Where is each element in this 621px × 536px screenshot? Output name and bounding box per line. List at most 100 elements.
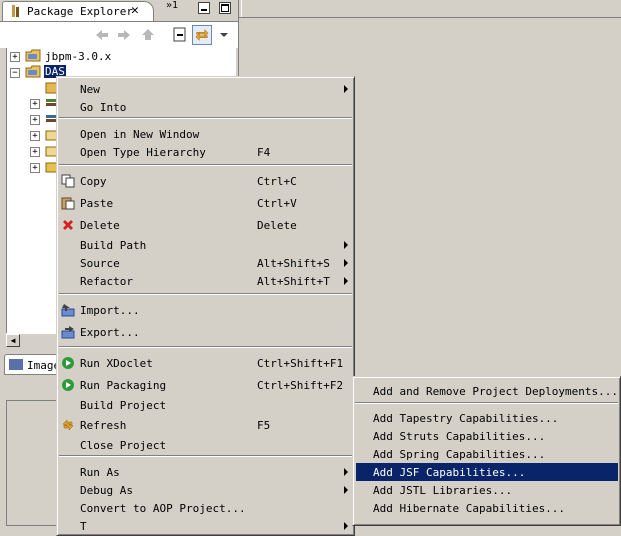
menu-item-run-xdoclet[interactable]: Run XDoclet Ctrl+Shift+F1	[60, 354, 351, 372]
close-icon[interactable]: ✕	[131, 3, 139, 18]
project-folder-icon	[25, 65, 41, 78]
image-view-body	[6, 400, 62, 526]
menu-item-add-jstl-libraries[interactable]: Add JSTL Libraries...	[356, 481, 618, 499]
forward-icon[interactable]	[114, 25, 134, 45]
menu-item-label: Refresh	[80, 419, 127, 432]
collapse-icon[interactable]: −	[10, 68, 20, 78]
menu-item-refactor[interactable]: Refactor Alt+Shift+T	[60, 272, 351, 290]
menu-item-label: Refactor	[80, 275, 133, 288]
tab-overflow-indicator[interactable]: »1	[166, 0, 178, 11]
menu-item-export[interactable]: Export...	[60, 323, 351, 341]
maximize-icon[interactable]	[219, 2, 231, 14]
menu-item-shortcut: Delete	[257, 219, 297, 232]
menu-item-shortcut: Alt+Shift+T	[257, 275, 330, 288]
menu-item-label: Convert to AOP Project...	[80, 502, 246, 515]
explorer-toolbar	[0, 22, 238, 48]
view-tab-strip: Package Explorer ✕ »1	[0, 0, 238, 22]
menu-item-label: Export...	[80, 326, 140, 339]
divider	[239, 17, 621, 18]
menu-item-add-spring-capabilities[interactable]: Add Spring Capabilities...	[356, 445, 618, 463]
menu-item-shortcut: Ctrl+V	[257, 197, 297, 210]
menu-item-label: Add Hibernate Capabilities...	[373, 502, 566, 515]
refresh-icon	[62, 419, 74, 431]
menu-item-label: T	[80, 520, 87, 533]
menu-item-refresh[interactable]: Refresh F5	[60, 416, 351, 434]
submenu-arrow-icon	[344, 259, 348, 267]
package-explorer-tab[interactable]: Package Explorer ✕	[2, 1, 154, 21]
run-icon	[62, 379, 74, 391]
menu-item-label: Paste	[80, 197, 114, 210]
menu-separator	[59, 455, 352, 457]
menu-separator	[59, 164, 352, 166]
menu-item-add-struts-capabilities[interactable]: Add Struts Capabilities...	[356, 427, 618, 445]
menu-item-shortcut: Ctrl+Shift+F2	[257, 379, 344, 392]
expand-icon[interactable]: +	[30, 131, 40, 141]
delete-icon	[63, 220, 73, 230]
submenu-arrow-icon	[344, 277, 348, 285]
menu-item-build-project[interactable]: Build Project	[60, 396, 351, 414]
menu-item-label: Delete	[80, 219, 120, 232]
back-icon[interactable]	[92, 25, 112, 45]
menu-item-shortcut: Ctrl+C	[257, 175, 297, 188]
menu-item-source[interactable]: Source Alt+Shift+S	[60, 254, 351, 272]
scroll-left-icon[interactable]: ◀	[6, 334, 20, 347]
up-icon[interactable]	[138, 25, 158, 45]
menu-item-label: Go Into	[80, 101, 127, 114]
menu-item-add-tapestry-capabilities[interactable]: Add Tapestry Capabilities...	[356, 409, 618, 427]
expand-icon[interactable]: +	[10, 52, 20, 62]
menu-item-import[interactable]: Import...	[60, 301, 351, 319]
submenu-arrow-icon	[344, 241, 348, 249]
menu-item-add-jsf-capabilities[interactable]: Add JSF Capabilities...	[356, 463, 618, 481]
menu-item-label: Import...	[80, 304, 140, 317]
menu-separator	[59, 346, 352, 348]
menu-item-label: Add JSF Capabilities...	[373, 466, 526, 479]
menu-item-go-into[interactable]: Go Into	[60, 98, 351, 116]
expand-icon[interactable]: +	[30, 99, 40, 109]
expand-icon[interactable]: +	[30, 147, 40, 157]
menu-item-close-project[interactable]: Close Project	[60, 436, 351, 454]
menu-item-add-and-remove-project-deployments[interactable]: Add and Remove Project Deployments...	[356, 382, 618, 400]
menu-item-label: Add Spring Capabilities...	[373, 448, 546, 461]
menu-item-label: Build Project	[80, 399, 167, 412]
menu-item-run-packaging[interactable]: Run Packaging Ctrl+Shift+F2	[60, 376, 351, 394]
menu-item-shortcut: Alt+Shift+S	[257, 257, 330, 270]
menu-separator	[59, 293, 352, 295]
menu-item-run-as[interactable]: Run As	[60, 463, 351, 481]
copy-icon	[61, 174, 75, 188]
menu-item-debug-as[interactable]: Debug As	[60, 481, 351, 499]
menu-item-open-type-hierarchy[interactable]: Open Type Hierarchy F4	[60, 143, 351, 161]
menu-item-label: Add Tapestry Capabilities...	[373, 412, 559, 425]
menu-item-new[interactable]: New	[60, 80, 351, 98]
project-folder-icon	[25, 49, 41, 62]
menu-item-copy[interactable]: Copy Ctrl+C	[60, 172, 351, 190]
menu-separator	[355, 402, 618, 404]
menu-item-label: Run As	[80, 466, 120, 479]
image-view-tab[interactable]: Image	[4, 354, 61, 375]
menu-item-label: Run Packaging	[80, 379, 167, 392]
menu-item-add-hibernate-capabilities[interactable]: Add Hibernate Capabilities...	[356, 499, 618, 517]
menu-item-paste[interactable]: Paste Ctrl+V	[60, 194, 351, 212]
menu-item-open-in-new-window[interactable]: Open in New Window	[60, 125, 351, 143]
menu-item-label: Build Path	[80, 239, 147, 252]
menu-item-label: Run XDoclet	[80, 357, 153, 370]
menu-item-convert-to-aop-project[interactable]: Convert to AOP Project...	[60, 499, 351, 517]
link-with-editor-icon[interactable]	[192, 25, 212, 45]
expand-icon[interactable]: +	[30, 115, 40, 125]
menu-item-t[interactable]: T	[60, 517, 351, 535]
menu-item-build-path[interactable]: Build Path	[60, 236, 351, 254]
submenu-arrow-icon	[344, 468, 348, 476]
view-menu-icon[interactable]	[214, 25, 234, 45]
menu-item-delete[interactable]: Delete Delete	[60, 216, 351, 234]
collapse-all-icon[interactable]	[170, 25, 190, 45]
menu-item-label: Source	[80, 257, 120, 270]
minimize-icon[interactable]	[198, 2, 210, 14]
menu-item-label: Add and Remove Project Deployments...	[373, 385, 619, 398]
submenu-arrow-icon	[344, 522, 348, 530]
import-icon	[61, 304, 75, 317]
expand-icon[interactable]: +	[30, 163, 40, 173]
menu-item-shortcut: Ctrl+Shift+F1	[257, 357, 344, 370]
menu-item-label: Copy	[80, 175, 107, 188]
menu-separator	[59, 117, 352, 119]
tree-item-label: jbpm-3.0.x	[45, 50, 112, 63]
menu-item-label: Open in New Window	[80, 128, 200, 141]
